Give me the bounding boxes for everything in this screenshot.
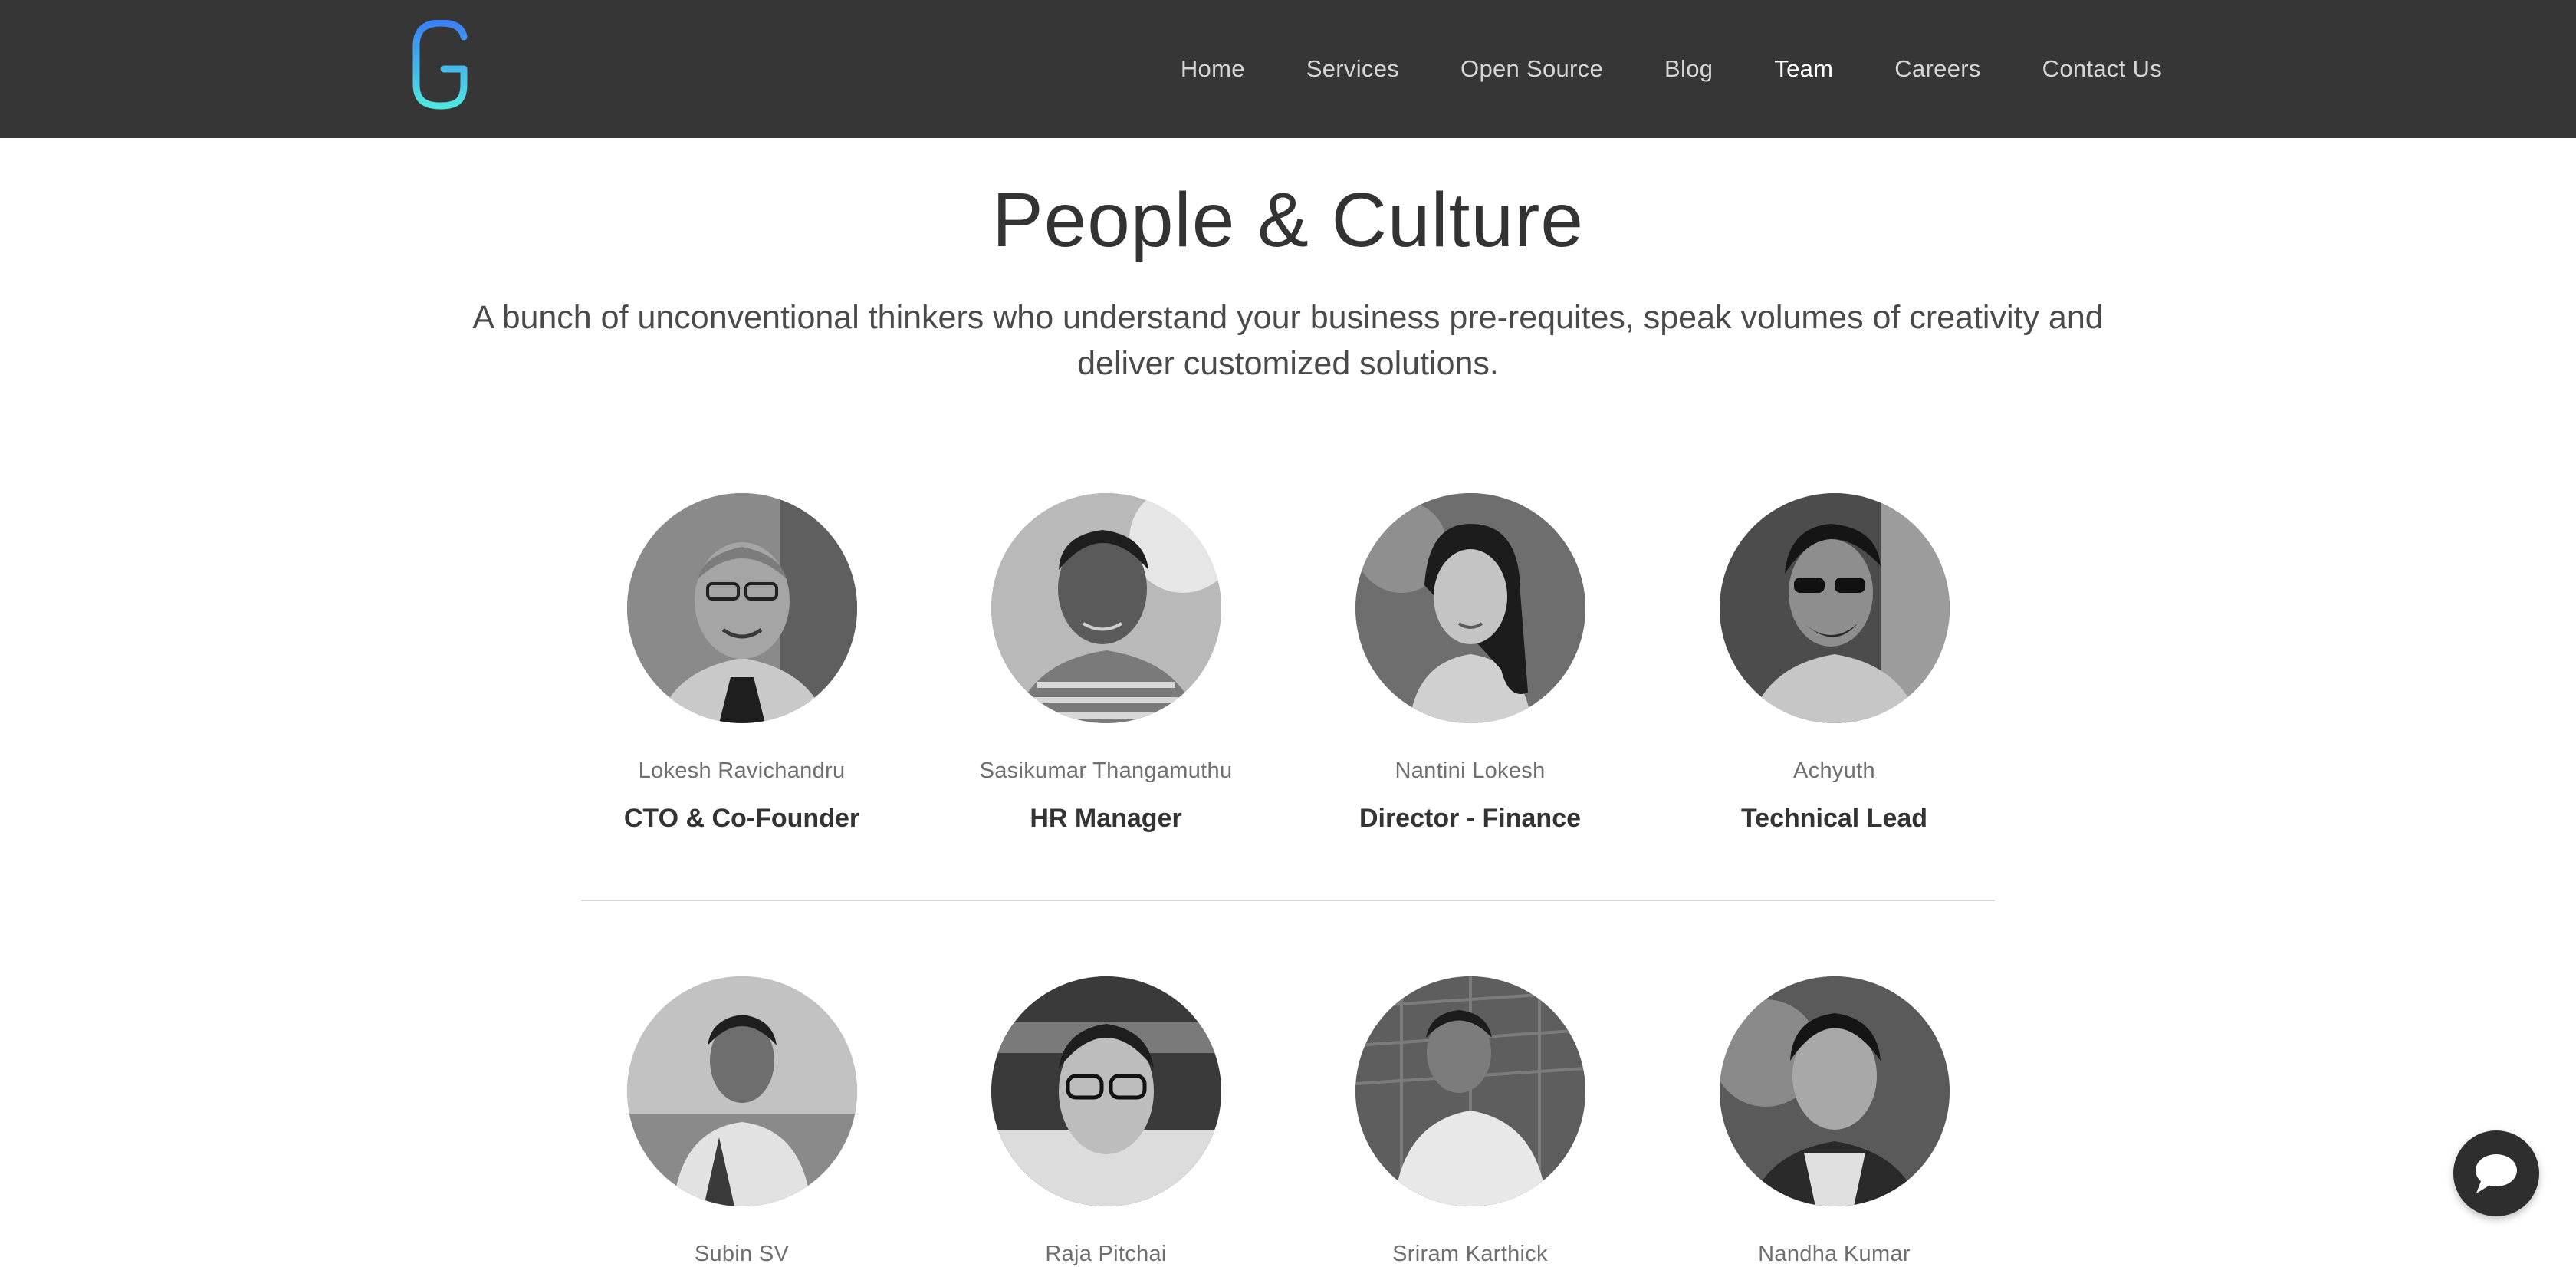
avatar xyxy=(991,493,1221,723)
member-name: Nantini Lokesh xyxy=(1395,759,1546,783)
chat-bubble-icon xyxy=(2476,1154,2517,1193)
avatar xyxy=(1719,493,1950,723)
avatar xyxy=(626,493,857,723)
team-member-card[interactable]: Achyuth Technical Lead xyxy=(1652,493,2016,834)
member-name: Achyuth xyxy=(1793,759,1875,783)
portrait-photo xyxy=(1719,493,1950,723)
team-grid: Lokesh Ravichandru CTO & Co-Founder Sasi… xyxy=(0,0,2576,1266)
portrait-photo xyxy=(991,976,1221,1206)
member-name: Lokesh Ravichandru xyxy=(638,759,846,783)
avatar xyxy=(991,976,1221,1206)
team-member-card[interactable]: Sriram Karthick xyxy=(1288,976,1652,1267)
portrait-photo xyxy=(626,976,857,1206)
avatar xyxy=(1355,493,1585,723)
team-member-card[interactable]: Raja Pitchai xyxy=(924,976,1288,1267)
avatar xyxy=(626,976,857,1206)
member-role: Technical Lead xyxy=(1740,804,1928,833)
portrait-photo xyxy=(991,493,1221,723)
portrait-photo xyxy=(626,493,857,723)
avatar xyxy=(1719,976,1950,1206)
team-member-card[interactable]: Subin SV xyxy=(560,976,924,1267)
team-member-card[interactable]: Nandha Kumar xyxy=(1652,976,2016,1267)
team-member-card[interactable]: Nantini Lokesh Director - Finance xyxy=(1288,493,1652,834)
chat-button[interactable] xyxy=(2453,1130,2539,1216)
member-role: CTO & Co-Founder xyxy=(623,804,860,833)
team-member-card[interactable]: Sasikumar Thangamuthu HR Manager xyxy=(924,493,1288,834)
team-member-card[interactable]: Lokesh Ravichandru CTO & Co-Founder xyxy=(560,493,924,834)
member-role: Director - Finance xyxy=(1359,804,1582,833)
portrait-photo xyxy=(1355,976,1585,1206)
portrait-photo xyxy=(1355,493,1585,723)
row-divider xyxy=(581,900,1995,901)
member-name: Sasikumar Thangamuthu xyxy=(979,759,1233,783)
member-role: HR Manager xyxy=(1030,804,1182,833)
portrait-photo xyxy=(1719,976,1950,1206)
avatar xyxy=(1355,976,1585,1206)
